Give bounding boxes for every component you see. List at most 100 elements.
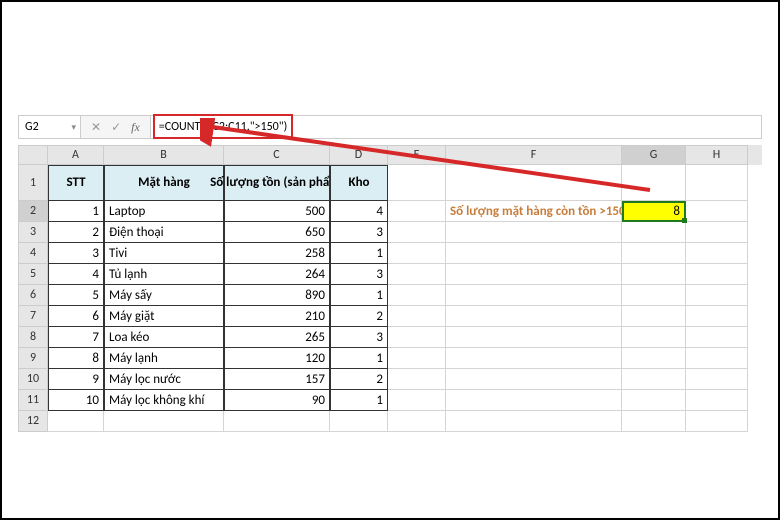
col-header-f[interactable]: F xyxy=(446,145,622,165)
cell-mathang[interactable]: Điện thoại xyxy=(104,222,224,243)
row-header[interactable]: 2 xyxy=(18,201,48,222)
cell[interactable] xyxy=(388,327,446,348)
cell[interactable] xyxy=(388,165,446,201)
header-soluong[interactable]: Số lượng tồn (sản phẩm) xyxy=(224,165,330,201)
cell[interactable] xyxy=(686,285,748,306)
select-all-corner[interactable] xyxy=(18,145,48,165)
cell-kho[interactable]: 3 xyxy=(330,327,388,348)
col-header-a[interactable]: A xyxy=(48,145,104,165)
col-header-e[interactable]: E xyxy=(388,145,446,165)
cell-kho[interactable]: 4 xyxy=(330,201,388,222)
cell[interactable] xyxy=(388,411,446,432)
col-header-h[interactable]: H xyxy=(686,145,748,165)
cell-soluong[interactable]: 120 xyxy=(224,348,330,369)
row-header[interactable]: 12 xyxy=(18,411,48,432)
cell[interactable] xyxy=(446,243,622,264)
cell[interactable] xyxy=(686,264,748,285)
cell[interactable] xyxy=(622,285,686,306)
cell[interactable] xyxy=(446,306,622,327)
cell-stt[interactable]: 6 xyxy=(48,306,104,327)
cell-soluong[interactable]: 258 xyxy=(224,243,330,264)
cell-kho[interactable]: 3 xyxy=(330,264,388,285)
cell-soluong[interactable]: 210 xyxy=(224,306,330,327)
formula-input[interactable]: =COUNTIF(C2:C11,">150") xyxy=(150,116,761,138)
cell-stt[interactable]: 9 xyxy=(48,369,104,390)
spreadsheet-grid[interactable]: A B C D E F G H 1 STT Mặt hàng Số lượng … xyxy=(18,145,762,432)
cell-soluong[interactable]: 265 xyxy=(224,327,330,348)
cell[interactable] xyxy=(622,411,686,432)
chevron-down-icon[interactable]: ▾ xyxy=(71,122,76,133)
row-header[interactable]: 7 xyxy=(18,306,48,327)
cell-stt[interactable]: 8 xyxy=(48,348,104,369)
cell[interactable] xyxy=(622,222,686,243)
cell[interactable] xyxy=(388,222,446,243)
cell-soluong[interactable]: 264 xyxy=(224,264,330,285)
cell[interactable] xyxy=(686,327,748,348)
cell-stt[interactable]: 5 xyxy=(48,285,104,306)
cell-kho[interactable]: 1 xyxy=(330,348,388,369)
cell-stt[interactable]: 3 xyxy=(48,243,104,264)
cell-stt[interactable]: 10 xyxy=(48,390,104,411)
cell-mathang[interactable]: Tủ lạnh xyxy=(104,264,224,285)
cell-mathang[interactable]: Laptop xyxy=(104,201,224,222)
cell[interactable] xyxy=(622,165,686,201)
cell[interactable] xyxy=(446,348,622,369)
cell-soluong[interactable]: 90 xyxy=(224,390,330,411)
cell-stt[interactable]: 7 xyxy=(48,327,104,348)
col-header-c[interactable]: C xyxy=(224,145,330,165)
cell[interactable] xyxy=(622,306,686,327)
col-header-g[interactable]: G xyxy=(622,145,686,165)
cell[interactable] xyxy=(686,222,748,243)
cell-stt[interactable]: 2 xyxy=(48,222,104,243)
cell[interactable] xyxy=(686,201,748,222)
name-box[interactable]: G2 ▾ xyxy=(19,116,81,138)
result-cell[interactable]: 8 xyxy=(622,201,686,222)
cancel-icon[interactable]: ✕ xyxy=(91,120,101,135)
cell-kho[interactable]: 2 xyxy=(330,369,388,390)
cell[interactable] xyxy=(446,165,622,201)
cell[interactable] xyxy=(446,327,622,348)
confirm-icon[interactable]: ✓ xyxy=(111,120,121,135)
cell-kho[interactable]: 1 xyxy=(330,285,388,306)
row-header[interactable]: 11 xyxy=(18,390,48,411)
cell[interactable] xyxy=(686,306,748,327)
cell[interactable] xyxy=(104,411,224,432)
cell[interactable] xyxy=(446,285,622,306)
cell[interactable] xyxy=(330,411,388,432)
cell[interactable] xyxy=(622,369,686,390)
cell-stt[interactable]: 1 xyxy=(48,201,104,222)
header-mathang[interactable]: Mặt hàng xyxy=(104,165,224,201)
cell[interactable] xyxy=(388,201,446,222)
cell[interactable] xyxy=(388,390,446,411)
col-header-b[interactable]: B xyxy=(104,145,224,165)
cell-mathang[interactable]: Máy lọc nước xyxy=(104,369,224,390)
cell[interactable] xyxy=(48,411,104,432)
row-header[interactable]: 5 xyxy=(18,264,48,285)
annotation-label[interactable]: Số lượng mặt hàng còn tồn >150 sản phẩm: xyxy=(446,201,622,222)
cell-kho[interactable]: 3 xyxy=(330,222,388,243)
cell[interactable] xyxy=(622,390,686,411)
cell[interactable] xyxy=(446,411,622,432)
cell[interactable] xyxy=(446,264,622,285)
row-header[interactable]: 3 xyxy=(18,222,48,243)
cell[interactable] xyxy=(686,348,748,369)
cell[interactable] xyxy=(388,264,446,285)
cell[interactable] xyxy=(388,348,446,369)
cell[interactable] xyxy=(686,165,748,201)
cell[interactable] xyxy=(686,390,748,411)
cell[interactable] xyxy=(224,411,330,432)
cell-mathang[interactable]: Máy lạnh xyxy=(104,348,224,369)
cell[interactable] xyxy=(686,243,748,264)
cell[interactable] xyxy=(446,369,622,390)
cell-soluong[interactable]: 500 xyxy=(224,201,330,222)
row-header[interactable]: 9 xyxy=(18,348,48,369)
cell-kho[interactable]: 1 xyxy=(330,243,388,264)
row-header[interactable]: 1 xyxy=(18,165,48,201)
cell[interactable] xyxy=(388,369,446,390)
cell[interactable] xyxy=(388,243,446,264)
cell-soluong[interactable]: 650 xyxy=(224,222,330,243)
cell[interactable] xyxy=(446,222,622,243)
cell[interactable] xyxy=(622,243,686,264)
col-header-d[interactable]: D xyxy=(330,145,388,165)
cell[interactable] xyxy=(622,348,686,369)
